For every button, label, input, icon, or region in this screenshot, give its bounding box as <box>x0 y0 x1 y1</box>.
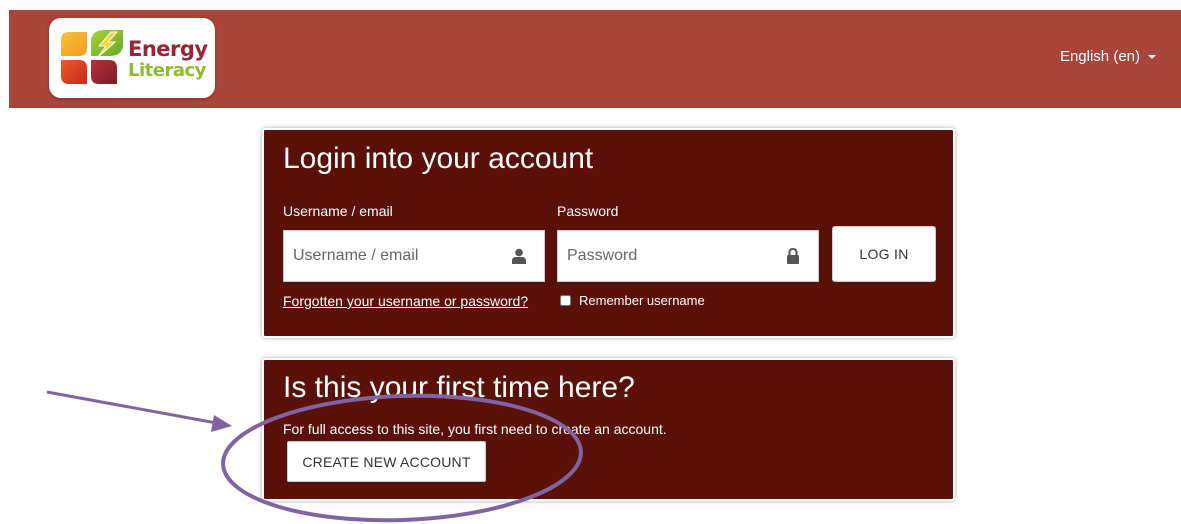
password-label: Password <box>557 203 619 219</box>
site-logo[interactable]: Energy Literacy <box>49 18 215 98</box>
username-field <box>283 230 545 282</box>
language-selector[interactable]: English (en) <box>1060 48 1156 65</box>
signup-title: Is this your first time here? <box>283 371 635 404</box>
logo-text-literacy: Literacy <box>128 60 206 81</box>
create-new-account-button[interactable]: CREATE NEW ACCOUNT <box>287 441 486 482</box>
username-label: Username / email <box>283 203 393 219</box>
login-card: Login into your account Username / email… <box>262 128 955 338</box>
signup-description: For full access to this site, you first … <box>283 421 667 437</box>
remember-username-checkbox[interactable] <box>560 295 571 306</box>
remember-username-label: Remember username <box>579 293 705 308</box>
login-title: Login into your account <box>283 142 594 175</box>
forgot-password-link[interactable]: Forgotten your username or password? <box>283 293 528 309</box>
caret-down-icon <box>1148 55 1156 59</box>
leaf-logo-icon <box>61 30 123 84</box>
password-input[interactable] <box>558 231 818 281</box>
signup-card: Is this your first time here? For full a… <box>262 358 955 501</box>
logo-wordmark: Energy Literacy <box>128 38 208 82</box>
language-label: English (en) <box>1059 48 1140 65</box>
annotation-arrow <box>46 390 223 426</box>
password-field <box>557 230 819 282</box>
username-input[interactable] <box>284 231 544 281</box>
remember-username: Remember username <box>560 293 705 308</box>
logo-text-energy: Energy <box>128 37 208 61</box>
page: Energy Literacy English (en) Login into … <box>0 0 1181 524</box>
top-navbar: Energy Literacy English (en) <box>9 10 1181 108</box>
lock-icon <box>787 248 799 264</box>
annotation-arrowhead <box>211 415 232 432</box>
log-in-button[interactable]: LOG IN <box>832 226 936 282</box>
user-icon <box>512 248 526 264</box>
